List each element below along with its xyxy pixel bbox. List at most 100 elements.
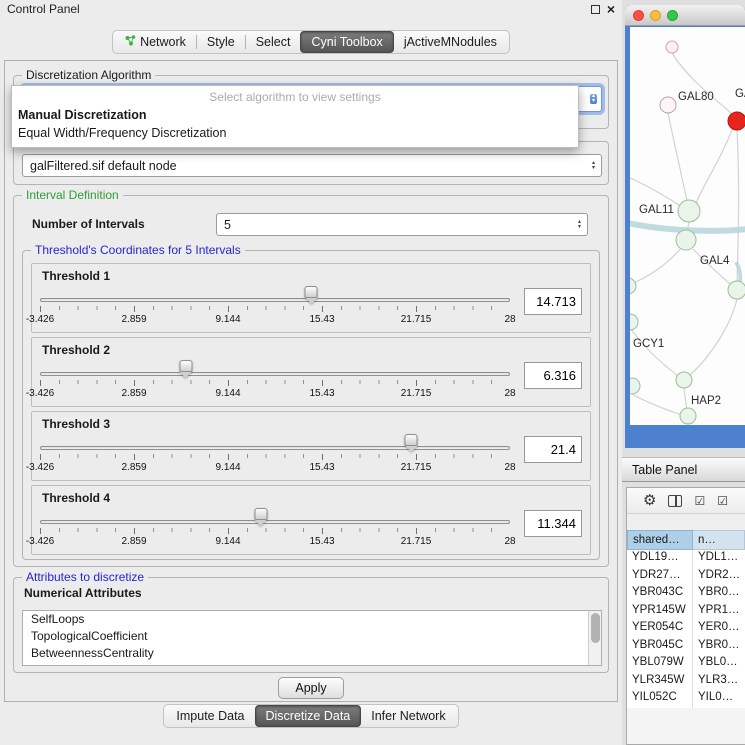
numerical-attributes-label: Numerical Attributes xyxy=(24,586,142,600)
combo-stepper-icon: ▴ ▾ xyxy=(590,161,597,171)
tab-jactivemnodules[interactable]: jActiveMNodules xyxy=(394,32,507,52)
slider-track[interactable] xyxy=(40,298,510,302)
threshold-2-slider[interactable]: -3.426 2.859 9.144 15.43 21.715 28 xyxy=(40,359,510,403)
window-controls: × xyxy=(591,4,615,14)
tab-impute-data[interactable]: Impute Data xyxy=(166,706,254,726)
list-item[interactable]: SelfLoops xyxy=(23,611,601,628)
slider-thumb[interactable] xyxy=(305,286,318,298)
threshold-1-value-input[interactable] xyxy=(524,288,582,315)
float-icon[interactable] xyxy=(591,5,600,14)
threshold-label: Threshold 1 xyxy=(42,269,110,283)
table-row[interactable]: YIL052C YIL0… xyxy=(627,690,745,708)
table-row[interactable]: YDL19… YDL1… xyxy=(627,550,745,568)
cell-shared-name: YIL052C xyxy=(627,690,693,708)
slider-thumb[interactable] xyxy=(405,434,418,446)
numerical-attributes-list[interactable]: SelfLoops TopologicalCoefficient Between… xyxy=(22,610,602,666)
columns-icon[interactable] xyxy=(668,495,682,507)
window-title: Control Panel xyxy=(7,2,80,16)
network-tab-icon xyxy=(125,35,136,49)
table-row[interactable]: YBR043C YBR0… xyxy=(627,585,745,603)
slider-track[interactable] xyxy=(40,446,510,450)
network-node[interactable] xyxy=(728,281,745,299)
threshold-3-slider[interactable]: -3.426 2.859 9.144 15.43 21.715 28 xyxy=(40,433,510,477)
show-selected-checkbox-icon[interactable]: ☑ xyxy=(717,495,728,507)
number-of-intervals-combo[interactable]: 5 ▴ ▾ xyxy=(216,213,588,236)
scrollbar-thumb[interactable] xyxy=(591,613,600,643)
threshold-4-value-input[interactable] xyxy=(524,510,582,537)
table-row[interactable]: YLR345W YLR3… xyxy=(627,673,745,691)
attributes-to-discretize-group: Attributes to discretize Numerical Attri… xyxy=(13,577,609,673)
cyni-toolbox-panel: Discretization Algorithm Select algorith… xyxy=(4,60,618,702)
network-node[interactable] xyxy=(630,314,638,330)
scale-label: -3.426 xyxy=(26,314,54,325)
network-node[interactable] xyxy=(676,372,692,388)
cell-shared-name: YBR045C xyxy=(627,638,693,656)
scale-label: 21.715 xyxy=(401,536,432,547)
cell-name: YPR1… xyxy=(693,603,745,621)
network-node[interactable] xyxy=(666,41,678,53)
slider-major-ticks xyxy=(40,306,510,312)
network-node[interactable] xyxy=(678,200,700,222)
table-row[interactable]: YPR145W YPR1… xyxy=(627,603,745,621)
threshold-2-value-input[interactable] xyxy=(524,362,582,389)
network-node[interactable] xyxy=(630,278,636,294)
slider-scale: -3.426 2.859 9.144 15.43 21.715 28 xyxy=(40,536,510,548)
slider-thumb[interactable] xyxy=(179,360,192,372)
cell-name: YBL0… xyxy=(693,655,745,673)
slider-track[interactable] xyxy=(40,520,510,524)
tab-infer-network[interactable]: Infer Network xyxy=(361,706,455,726)
list-item[interactable]: TopologicalCoefficient xyxy=(23,628,601,645)
column-header-name[interactable]: n… xyxy=(693,530,745,550)
scale-label: 9.144 xyxy=(215,388,240,399)
slider-thumb[interactable] xyxy=(254,508,267,520)
network-node[interactable] xyxy=(676,230,696,250)
tab-select[interactable]: Select xyxy=(246,32,301,52)
minimize-light-icon[interactable] xyxy=(650,10,661,21)
bottom-tab-group: Impute Data Discretize Data Infer Networ… xyxy=(163,704,458,728)
network-canvas[interactable]: GAL80 GA GAL11 GAL4 GCY1 HAP2 xyxy=(630,27,745,425)
network-node[interactable] xyxy=(680,408,696,424)
network-node[interactable] xyxy=(630,378,640,394)
algorithm-dropdown-popup: Select algorithm to view settings Manual… xyxy=(11,85,579,148)
apply-button[interactable]: Apply xyxy=(278,677,344,699)
gear-icon[interactable]: ⚙ xyxy=(643,493,656,508)
list-scrollbar[interactable] xyxy=(588,611,601,665)
cell-shared-name: YDL19… xyxy=(627,550,693,568)
select-all-checkbox-icon[interactable]: ☑ xyxy=(694,495,705,507)
table-row[interactable]: YER054C YER0… xyxy=(627,620,745,638)
network-node-selected[interactable] xyxy=(728,112,745,130)
column-header-shared-name[interactable]: shared… xyxy=(627,530,693,550)
node-label: HAP2 xyxy=(691,395,721,407)
node-label: GA xyxy=(735,88,745,100)
tab-discretize-data[interactable]: Discretize Data xyxy=(255,705,362,727)
tab-label: Select xyxy=(256,35,291,49)
tab-network[interactable]: Network xyxy=(115,32,196,52)
right-column: GAL80 GA GAL11 GAL4 GCY1 HAP2 Table Pane… xyxy=(622,0,745,745)
close-icon[interactable]: × xyxy=(607,4,615,14)
table-data-combo[interactable]: galFiltered.sif default node ▴ ▾ xyxy=(22,154,602,177)
slider-scale: -3.426 2.859 9.144 15.43 21.715 28 xyxy=(40,388,510,400)
table-row[interactable]: YDR27… YDR2… xyxy=(627,568,745,586)
popup-option-manual-discretization[interactable]: Manual Discretization xyxy=(12,106,578,124)
slider-scale: -3.426 2.859 9.144 15.43 21.715 28 xyxy=(40,314,510,326)
threshold-label: Threshold 2 xyxy=(42,343,110,357)
scale-label: 9.144 xyxy=(215,462,240,473)
tab-style[interactable]: Style xyxy=(197,32,245,52)
table-row[interactable]: YBR045C YBR0… xyxy=(627,638,745,656)
threshold-1-slider[interactable]: -3.426 2.859 9.144 15.43 21.715 28 xyxy=(40,285,510,329)
tab-cyni-toolbox[interactable]: Cyni Toolbox xyxy=(300,31,393,53)
threshold-3-value-input[interactable] xyxy=(524,436,582,463)
zoom-light-icon[interactable] xyxy=(667,10,678,21)
threshold-4-slider[interactable]: -3.426 2.859 9.144 15.43 21.715 28 xyxy=(40,507,510,551)
threshold-label: Threshold 4 xyxy=(42,491,110,505)
network-node[interactable] xyxy=(660,97,676,113)
scale-label: 28 xyxy=(504,536,515,547)
scale-label: -3.426 xyxy=(26,388,54,399)
table-row[interactable]: YBL079W YBL0… xyxy=(627,655,745,673)
interval-definition-group: Interval Definition Number of Intervals … xyxy=(13,195,609,567)
popup-option-equal-width-frequency[interactable]: Equal Width/Frequency Discretization xyxy=(12,124,578,142)
slider-track[interactable] xyxy=(40,372,510,376)
cell-name: YDR2… xyxy=(693,568,745,586)
list-item[interactable]: BetweennessCentrality xyxy=(23,645,601,662)
close-light-icon[interactable] xyxy=(633,10,644,21)
